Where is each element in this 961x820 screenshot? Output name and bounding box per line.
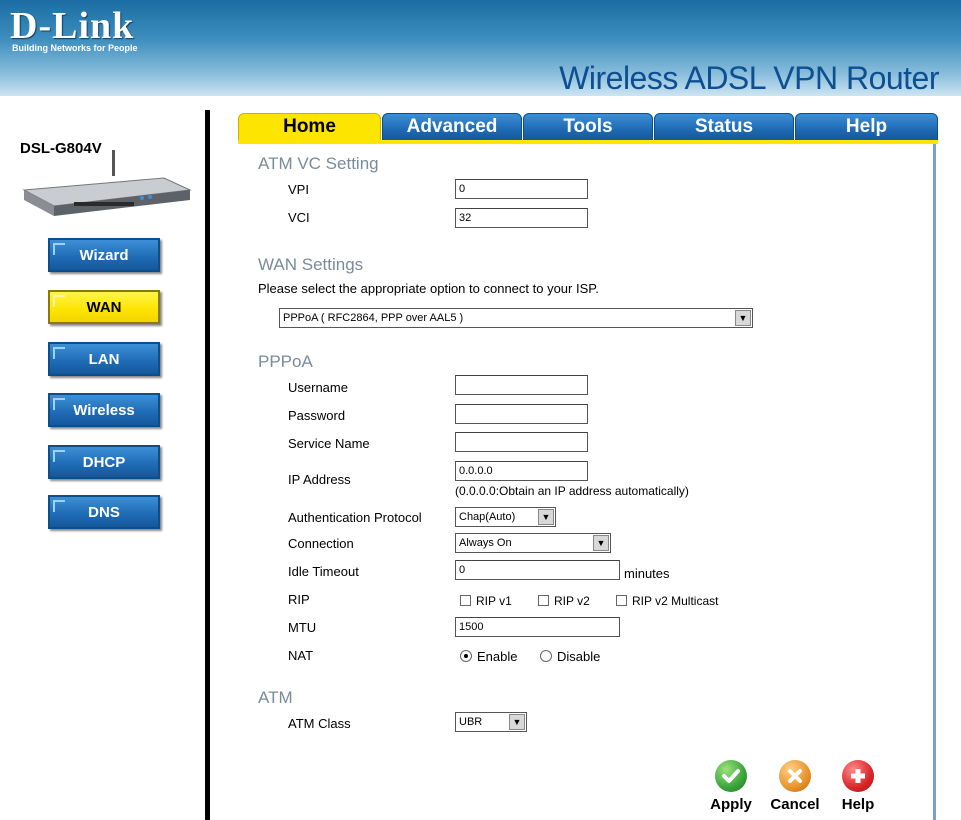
rip-v2-multicast-checkbox[interactable] [616,595,627,606]
button-corner-decoration [53,295,65,307]
idle-timeout-input[interactable]: 0 [455,560,620,580]
sidebar-item-label: Wireless [73,401,135,419]
top-tab-bar: Home Advanced Tools Status Help [238,113,938,141]
ip-address-label: IP Address [288,472,351,487]
help-button[interactable]: Help [832,760,884,813]
sidebar-item-label: DHCP [82,453,126,471]
rip-v1-label: RIP v1 [476,594,512,608]
dropdown-arrow-icon: ▼ [509,714,525,730]
tab-home[interactable]: Home [238,113,381,141]
nat-enable-radio[interactable] [460,650,472,662]
header-divider [0,96,961,100]
button-corner-decoration [53,500,65,512]
username-label: Username [288,380,348,395]
sidebar-item-wireless[interactable]: Wireless [48,393,160,427]
cancel-button[interactable]: Cancel [762,760,828,813]
connection-type-select[interactable]: PPPoA ( RFC2864, PPP over AAL5 ) ▼ [279,308,753,328]
auth-protocol-label: Authentication Protocol [288,510,422,525]
vpi-input[interactable]: 0 [455,179,588,199]
sidebar-item-wan[interactable]: WAN [48,290,160,324]
vpi-label: VPI [288,182,309,197]
atm-class-value: UBR [459,716,483,728]
atm-class-label: ATM Class [288,716,351,731]
button-corner-decoration [53,398,65,410]
help-label: Help [841,796,875,813]
apply-label: Apply [710,796,752,813]
auth-protocol-select[interactable]: Chap(Auto) ▼ [455,507,556,527]
pppoa-section-title: PPPoA [258,352,313,371]
sidebar-item-wizard[interactable]: Wizard [48,238,160,272]
auth-protocol-value: Chap(Auto) [459,511,516,523]
sidebar-divider [205,110,210,820]
rip-v2-checkbox[interactable] [538,595,549,606]
button-corner-decoration [53,347,65,359]
sidebar-item-label: Wizard [79,246,129,264]
connection-select[interactable]: Always On ▼ [455,533,611,553]
service-name-input[interactable] [455,432,588,452]
connection-value: Always On [459,537,512,549]
nat-options: Enable Disable [460,648,660,664]
service-name-label: Service Name [288,436,370,451]
dropdown-arrow-icon: ▼ [538,509,554,525]
tab-help[interactable]: Help [795,113,938,141]
tab-tools[interactable]: Tools [523,113,653,141]
atm-class-select[interactable]: UBR ▼ [455,712,527,732]
rip-options: RIP v1 RIP v2 RIP v2 Multicast [460,593,760,609]
sidebar-item-dhcp[interactable]: DHCP [48,445,160,479]
mtu-input[interactable]: 1500 [455,617,620,637]
sidebar-item-dns[interactable]: DNS [48,495,160,529]
ip-address-input[interactable]: 0.0.0.0 [455,461,588,481]
dropdown-arrow-icon: ▼ [593,535,609,551]
rip-v2-multicast-label: RIP v2 Multicast [632,594,719,608]
rip-label: RIP [288,592,310,607]
vci-input[interactable]: 32 [455,208,588,228]
atm-section-title: ATM [258,688,293,707]
password-label: Password [288,408,346,423]
sidebar-item-label: LAN [88,350,120,368]
tab-status[interactable]: Status [654,113,794,141]
brand-name: D-Link [10,5,135,47]
nat-enable-label: Enable [477,649,518,664]
atm-vc-section-title: ATM VC Setting [258,154,379,173]
idle-timeout-unit: minutes [624,566,670,581]
sidebar-item-label: WAN [86,298,122,316]
button-corner-decoration [53,450,65,462]
x-icon [779,760,811,792]
brand-tagline: Building Networks for People [12,43,138,53]
apply-button[interactable]: Apply [705,760,757,813]
ip-address-hint: (0.0.0.0:Obtain an IP address automatica… [455,484,689,498]
wan-section-title: WAN Settings [258,255,364,274]
checkmark-icon [715,760,747,792]
dlink-logo: D-Link Building Networks for People [10,6,138,53]
nat-label: NAT [288,648,314,663]
rip-v2-label: RIP v2 [554,594,590,608]
sidebar-item-lan[interactable]: LAN [48,342,160,376]
content-panel: ATM VC Setting VPI 0 VCI 32 WAN Settings… [238,144,936,820]
vci-label: VCI [288,210,310,225]
mtu-label: MTU [288,620,317,635]
connection-label: Connection [288,536,354,551]
product-title: Wireless ADSL VPN Router [559,60,939,96]
rip-v1-checkbox[interactable] [460,595,471,606]
username-input[interactable] [455,375,588,395]
cancel-label: Cancel [770,796,820,813]
tab-advanced[interactable]: Advanced [382,113,522,141]
wan-instruction: Please select the appropriate option to … [258,281,599,296]
nat-disable-radio[interactable] [540,650,552,662]
plus-icon [842,760,874,792]
button-corner-decoration [53,243,65,255]
sidebar-item-label: DNS [88,503,120,521]
dropdown-arrow-icon: ▼ [735,310,751,326]
nat-disable-label: Disable [557,649,601,664]
idle-timeout-label: Idle Timeout [288,564,359,579]
page-header: D-Link Building Networks for People Wire… [0,0,961,100]
router-image [22,150,192,216]
connection-type-value: PPPoA ( RFC2864, PPP over AAL5 ) [283,312,464,324]
password-input[interactable] [455,404,588,424]
